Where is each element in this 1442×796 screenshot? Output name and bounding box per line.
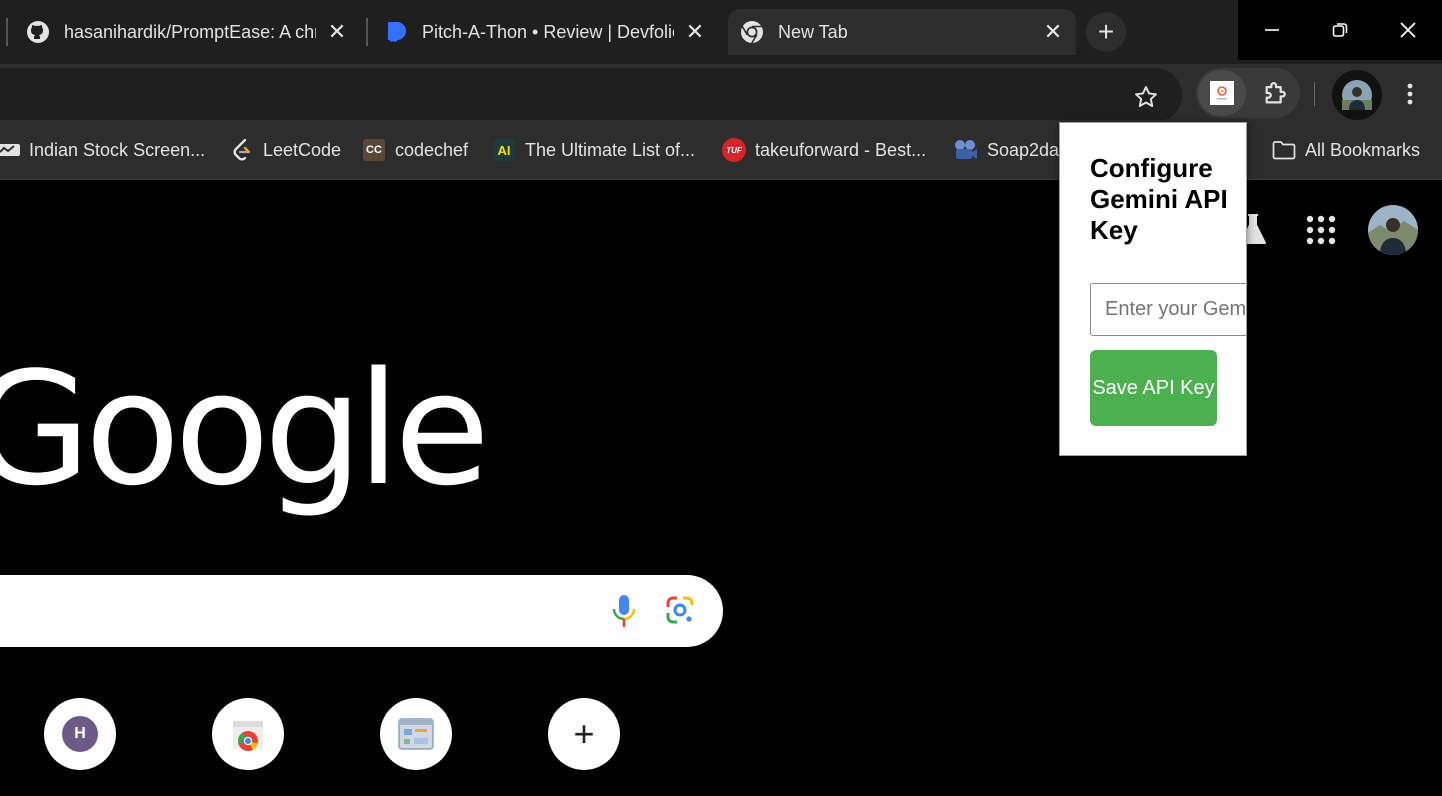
codechef-icon-text: CC xyxy=(363,139,385,161)
chrome-icon xyxy=(740,20,764,44)
promptease-extension-icon xyxy=(1210,81,1234,105)
close-window-button[interactable] xyxy=(1374,0,1442,60)
voice-search-icon[interactable] xyxy=(608,591,640,631)
tab-close-icon[interactable]: ✕ xyxy=(326,19,348,44)
add-shortcut-icon: + xyxy=(573,713,595,754)
folder-icon xyxy=(1272,138,1296,162)
save-api-key-button[interactable]: Save API Key xyxy=(1090,350,1217,426)
chrome-web-store-icon xyxy=(233,721,263,751)
bookmark-label: Soap2day xyxy=(987,139,1069,160)
more-vert-icon xyxy=(1407,83,1413,105)
google-lens-icon[interactable] xyxy=(662,591,698,631)
close-icon xyxy=(1400,22,1416,38)
tab-strip: hasanihardik/PromptEase: A chrome ✕ Pitc… xyxy=(0,0,1442,64)
stock-screener-icon xyxy=(0,138,20,162)
api-key-input[interactable] xyxy=(1090,283,1246,336)
restore-icon xyxy=(1332,23,1348,37)
bookmark-label: The Ultimate List of... xyxy=(525,139,696,160)
extensions-menu-button[interactable] xyxy=(1252,70,1300,116)
avatar xyxy=(1342,80,1372,110)
chrome-menu-button[interactable] xyxy=(1392,76,1428,112)
google-logo: Google xyxy=(0,338,490,520)
promptease-extension-button[interactable] xyxy=(1198,70,1246,116)
ai-list-icon: AI xyxy=(492,138,516,162)
address-bar[interactable] xyxy=(0,68,1182,122)
bookmark-takeuforward[interactable]: TUF takeuforward - Best... xyxy=(722,120,926,180)
tab-separator xyxy=(6,18,8,46)
avatar xyxy=(1368,205,1418,255)
plus-icon: + xyxy=(1097,16,1115,47)
tab-devfolio[interactable]: Pitch-A-Thon • Review | Devfolio ✕ xyxy=(372,9,718,55)
tab-close-icon[interactable]: ✕ xyxy=(684,19,706,44)
leetcode-icon xyxy=(230,138,254,162)
star-icon xyxy=(1135,86,1157,107)
bookmark-label: Indian Stock Screen... xyxy=(29,139,206,160)
google-account-avatar[interactable] xyxy=(1368,205,1418,255)
google-search-box[interactable] xyxy=(0,575,723,647)
bookmark-label: takeuforward - Best... xyxy=(755,139,927,160)
bookmark-ultimate-list[interactable]: AI The Ultimate List of... xyxy=(492,120,695,180)
soap2day-icon xyxy=(954,138,978,162)
tab-title: Pitch-A-Thon • Review | Devfolio xyxy=(422,21,674,42)
minimize-button[interactable] xyxy=(1238,0,1306,60)
takeuforward-icon: TUF xyxy=(722,138,746,162)
extension-popup: Configure Gemini API Key Save API Key xyxy=(1059,122,1247,456)
tab-separator xyxy=(366,18,368,46)
shortcut-tile[interactable] xyxy=(380,698,452,770)
bookmark-codechef[interactable]: CC codechef xyxy=(362,120,468,180)
new-tab-button[interactable]: + xyxy=(1086,12,1126,52)
letter-avatar-icon: H xyxy=(62,716,98,752)
puzzle-icon xyxy=(1265,82,1286,104)
devfolio-icon xyxy=(384,20,408,44)
tab-github[interactable]: hasanihardik/PromptEase: A chrome ✕ xyxy=(14,9,360,55)
ai-list-icon-text: AI xyxy=(493,139,515,161)
add-shortcut-button[interactable]: + xyxy=(548,698,620,770)
google-apps-icon[interactable] xyxy=(1305,214,1337,246)
profile-button[interactable] xyxy=(1332,70,1382,120)
tab-title: hasanihardik/PromptEase: A chrome xyxy=(64,21,316,42)
restore-button[interactable] xyxy=(1306,0,1374,60)
bookmark-indian-stock-screener[interactable]: Indian Stock Screen... xyxy=(0,120,205,180)
bookmark-soap2day[interactable]: Soap2day xyxy=(954,120,1068,180)
bookmark-all-bookmarks[interactable]: All Bookmarks xyxy=(1272,120,1420,180)
bookmark-label: LeetCode xyxy=(263,139,342,160)
bookmark-leetcode[interactable]: LeetCode xyxy=(230,120,341,180)
bookmark-label: codechef xyxy=(395,139,469,160)
bookmark-label: All Bookmarks xyxy=(1305,139,1421,160)
tab-title: New Tab xyxy=(778,21,848,42)
tab-new-tab[interactable]: New Tab ✕ xyxy=(728,9,1076,55)
tab-close-icon[interactable]: ✕ xyxy=(1042,19,1064,44)
bookmark-star-button[interactable] xyxy=(1128,79,1164,115)
popup-title: Configure Gemini API Key xyxy=(1090,153,1228,245)
shortcut-tile[interactable]: H xyxy=(44,698,116,770)
takeuforward-icon-text: TUF xyxy=(722,138,746,162)
toolbar-divider xyxy=(1314,82,1315,106)
minimize-icon xyxy=(1265,29,1279,31)
shortcut-tile[interactable] xyxy=(212,698,284,770)
codechef-icon: CC xyxy=(362,138,386,162)
web-app-icon xyxy=(398,718,434,750)
github-icon xyxy=(26,20,50,44)
